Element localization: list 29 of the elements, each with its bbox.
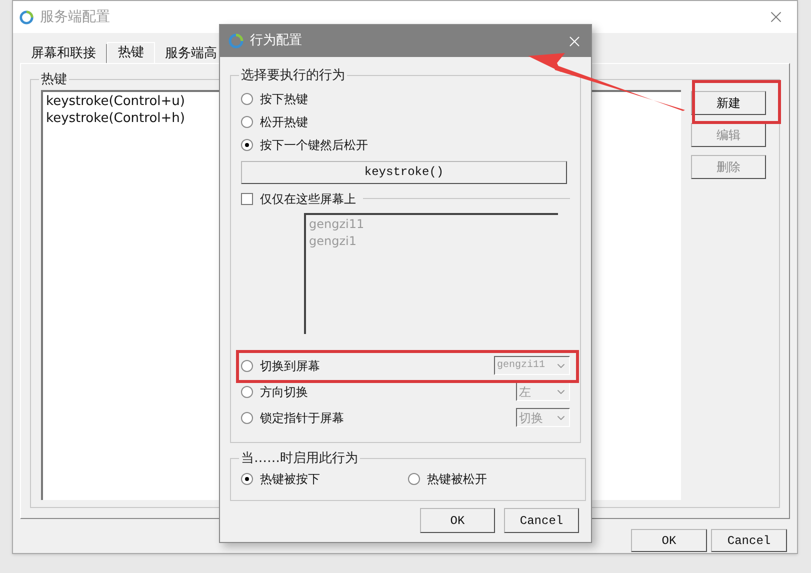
radio-button[interactable] <box>241 116 253 128</box>
group-title: 当……时启用此行为 <box>240 450 359 468</box>
tab[interactable]: 热键 <box>107 42 155 63</box>
radio-label: 方向切换 <box>260 384 309 400</box>
radio-label: 松开热键 <box>260 114 308 131</box>
dialog-button[interactable]: Cancel <box>711 529 787 552</box>
keystroke-button[interactable]: keystroke() <box>241 160 567 184</box>
dialog-button[interactable]: OK <box>631 529 707 552</box>
window-title: 服务端配置 <box>40 8 110 26</box>
radio-button[interactable] <box>241 139 253 151</box>
radio-label: 切换到屏幕 <box>260 358 321 374</box>
radio-label: 热键被松开 <box>427 470 487 488</box>
radio-label: 锁定指针于屏幕 <box>260 410 345 426</box>
side-button[interactable]: 新建 <box>691 90 766 114</box>
group-title: 选择要执行的行为 <box>240 67 346 85</box>
checkbox[interactable] <box>241 192 253 204</box>
checkbox-label: 仅仅在这些屏幕上 <box>260 190 356 208</box>
radio-button[interactable] <box>241 93 253 105</box>
dialog-button[interactable]: OK <box>420 508 495 533</box>
window-title: 行为配置 <box>250 32 302 50</box>
radio-button[interactable] <box>408 472 420 484</box>
app-icon <box>228 33 244 49</box>
app-icon <box>19 10 34 24</box>
dialog-button[interactable]: Cancel <box>504 508 579 533</box>
radio-label: 按下一个键然后松开 <box>260 137 368 154</box>
radio-button[interactable] <box>241 472 253 484</box>
group-title: 热键 <box>40 71 68 89</box>
radio-label: 热键被按下 <box>260 470 320 488</box>
radio-label: 按下热键 <box>260 91 308 108</box>
